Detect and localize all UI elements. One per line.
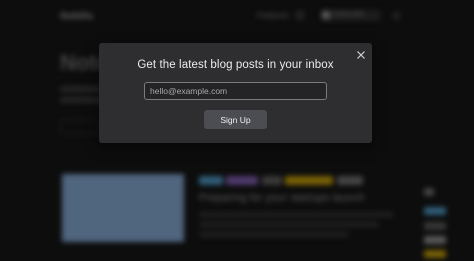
subscribe-modal: Get the latest blog posts in your inbox … (99, 43, 372, 143)
signup-button[interactable]: Sign Up (204, 110, 267, 129)
email-input[interactable] (144, 82, 327, 100)
close-icon (357, 51, 365, 59)
modal-title: Get the latest blog posts in your inbox (137, 59, 334, 71)
